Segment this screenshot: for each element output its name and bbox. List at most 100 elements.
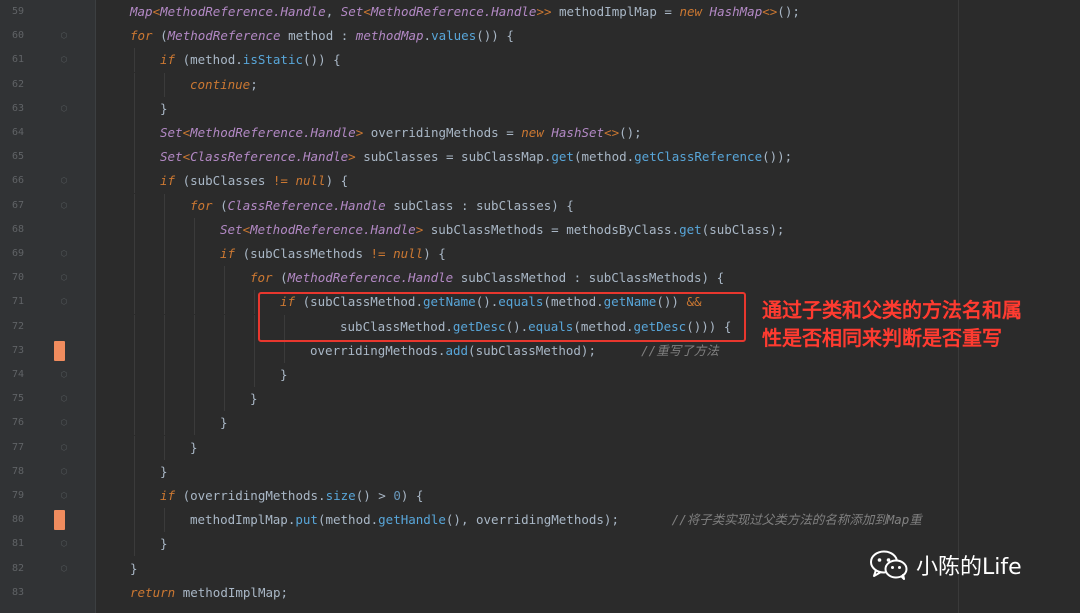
fold-open-icon[interactable] xyxy=(60,297,68,307)
code-line[interactable]: 78} xyxy=(0,459,1080,484)
fold-open-icon[interactable] xyxy=(60,176,68,186)
indent-guide xyxy=(134,411,135,436)
code-line[interactable]: 66 if (subClasses != null) { xyxy=(0,169,1080,194)
fold-end-icon[interactable] xyxy=(60,418,68,428)
code-token: //将子类实现过父类方法的名称添加到Map重 xyxy=(671,512,922,528)
indent-guide xyxy=(164,363,165,387)
code-token: subClasses = subClassMap. xyxy=(355,149,552,165)
code-line[interactable]: 60 for (MethodReference method : methodMa… xyxy=(0,24,1080,48)
code-token: Set xyxy=(160,149,183,165)
code-token: subClassMethods = methodsByClass. xyxy=(423,221,680,237)
indent-guide xyxy=(284,338,285,363)
code-line[interactable]: 83 return methodImplMap; xyxy=(0,581,1080,605)
code-line[interactable]: 59 Map<MethodReference.Handle, Set<Method… xyxy=(0,0,1080,24)
line-number: 60 xyxy=(11,30,24,42)
code-token: < xyxy=(182,149,191,165)
code-line[interactable]: 70 for (MethodReference.Handle subClassMe… xyxy=(0,266,1080,291)
indent-guide xyxy=(134,387,135,412)
code-token: ClassReference.Handle xyxy=(190,149,349,165)
code-line[interactable]: 64 Set<MethodReference.Handle> overriding… xyxy=(0,121,1080,145)
fold-end-icon[interactable] xyxy=(60,394,68,404)
indent-guide xyxy=(164,508,165,533)
annotation-line-1: 通过子类和父类的方法名和属 xyxy=(762,298,1022,322)
indent-guide xyxy=(134,266,135,291)
annotation-text: 通过子类和父类的方法名和属 性是否相同来判断是否重写 xyxy=(762,296,1072,352)
code-editor[interactable]: 59 Map<MethodReference.Handle, Set<Method… xyxy=(0,0,1080,613)
fold-end-icon[interactable] xyxy=(60,539,68,549)
code-token: ) { xyxy=(400,488,424,503)
indent-guide xyxy=(194,387,195,412)
code-token: put xyxy=(295,512,318,528)
code-token: (), overridingMethods); xyxy=(445,512,672,528)
code-line[interactable]: 79 if (overridingMethods.size() > 0) { xyxy=(0,484,1080,508)
code-token: (method. xyxy=(182,52,243,68)
code-token: if xyxy=(220,246,243,261)
indent-guide xyxy=(164,387,165,412)
code-text: Set<MethodReference.Handle> subClassMeth… xyxy=(220,218,784,242)
code-token: >> xyxy=(536,4,552,19)
code-token: . xyxy=(423,28,432,44)
fold-end-icon[interactable] xyxy=(60,443,68,453)
change-marker[interactable] xyxy=(54,340,65,361)
code-token: overridingMethods. xyxy=(310,342,446,358)
indent-guide xyxy=(164,193,165,218)
indent-guide xyxy=(164,217,165,242)
code-text: return methodImplMap; xyxy=(130,581,288,605)
code-line[interactable]: 68 Set<MethodReference.Handle> subClassMe… xyxy=(0,217,1080,242)
indent-guide xyxy=(164,290,165,315)
indent-guide xyxy=(224,266,225,291)
code-line[interactable]: 75} xyxy=(0,387,1080,412)
indent-guide xyxy=(164,338,165,363)
code-token: ()) { xyxy=(476,28,514,44)
indent-guide xyxy=(224,314,225,339)
code-line[interactable]: 77} xyxy=(0,435,1080,460)
code-token: <> xyxy=(762,4,778,19)
code-token: return xyxy=(130,584,183,600)
code-token: () > xyxy=(355,488,394,503)
code-token: < xyxy=(363,4,371,19)
code-token: ( xyxy=(160,28,168,44)
change-marker[interactable] xyxy=(54,510,65,531)
code-token: != xyxy=(272,173,296,189)
code-token: new xyxy=(679,4,710,19)
fold-end-icon[interactable] xyxy=(60,370,68,380)
fold-open-icon[interactable] xyxy=(60,55,68,65)
code-line[interactable]: 74} xyxy=(0,363,1080,387)
code-line[interactable]: 76} xyxy=(0,411,1080,436)
fold-end-icon[interactable] xyxy=(60,104,68,114)
code-token: values xyxy=(431,28,477,44)
code-line[interactable]: 63} xyxy=(0,96,1080,121)
code-text: Map<MethodReference.Handle, Set<MethodRe… xyxy=(130,0,800,24)
indent-guide xyxy=(224,338,225,363)
code-token: , xyxy=(325,4,341,19)
fold-open-icon[interactable] xyxy=(60,201,68,211)
code-text: } xyxy=(160,460,168,484)
code-line[interactable]: 67 for (ClassReference.Handle subClass : … xyxy=(0,193,1080,218)
code-line[interactable]: 62 continue; xyxy=(0,72,1080,97)
indent-guide xyxy=(164,266,165,291)
fold-open-icon[interactable] xyxy=(60,273,68,283)
fold-open-icon[interactable] xyxy=(60,31,68,41)
code-token: getHandle xyxy=(378,512,446,528)
fold-open-icon[interactable] xyxy=(60,491,68,501)
code-line[interactable]: 69 if (subClassMethods != null) { xyxy=(0,242,1080,266)
code-token: > xyxy=(348,149,356,165)
indent-guide xyxy=(134,532,135,557)
code-text: if (subClassMethods != null) { xyxy=(220,242,446,266)
code-token: HashSet xyxy=(551,125,605,140)
fold-end-icon[interactable] xyxy=(60,564,68,574)
code-token: (subClasses xyxy=(182,173,273,189)
code-token: null xyxy=(295,173,326,189)
line-number: 59 xyxy=(11,6,24,17)
indent-guide xyxy=(134,169,135,194)
code-line[interactable]: 65 Set<ClassReference.Handle> subClasses … xyxy=(0,145,1080,170)
code-text: Set<ClassReference.Handle> subClasses = … xyxy=(160,145,792,169)
code-text: } xyxy=(220,411,228,435)
code-line[interactable]: 61 if (method.isStatic()) { xyxy=(0,48,1080,73)
code-token: ()) { xyxy=(303,52,341,68)
fold-end-icon[interactable] xyxy=(60,467,68,477)
code-token: HashMap xyxy=(709,4,763,19)
indent-guide xyxy=(194,338,195,363)
code-line[interactable]: 80 methodImplMap.put(method.getHandle(), … xyxy=(0,508,1080,533)
fold-open-icon[interactable] xyxy=(60,249,68,259)
